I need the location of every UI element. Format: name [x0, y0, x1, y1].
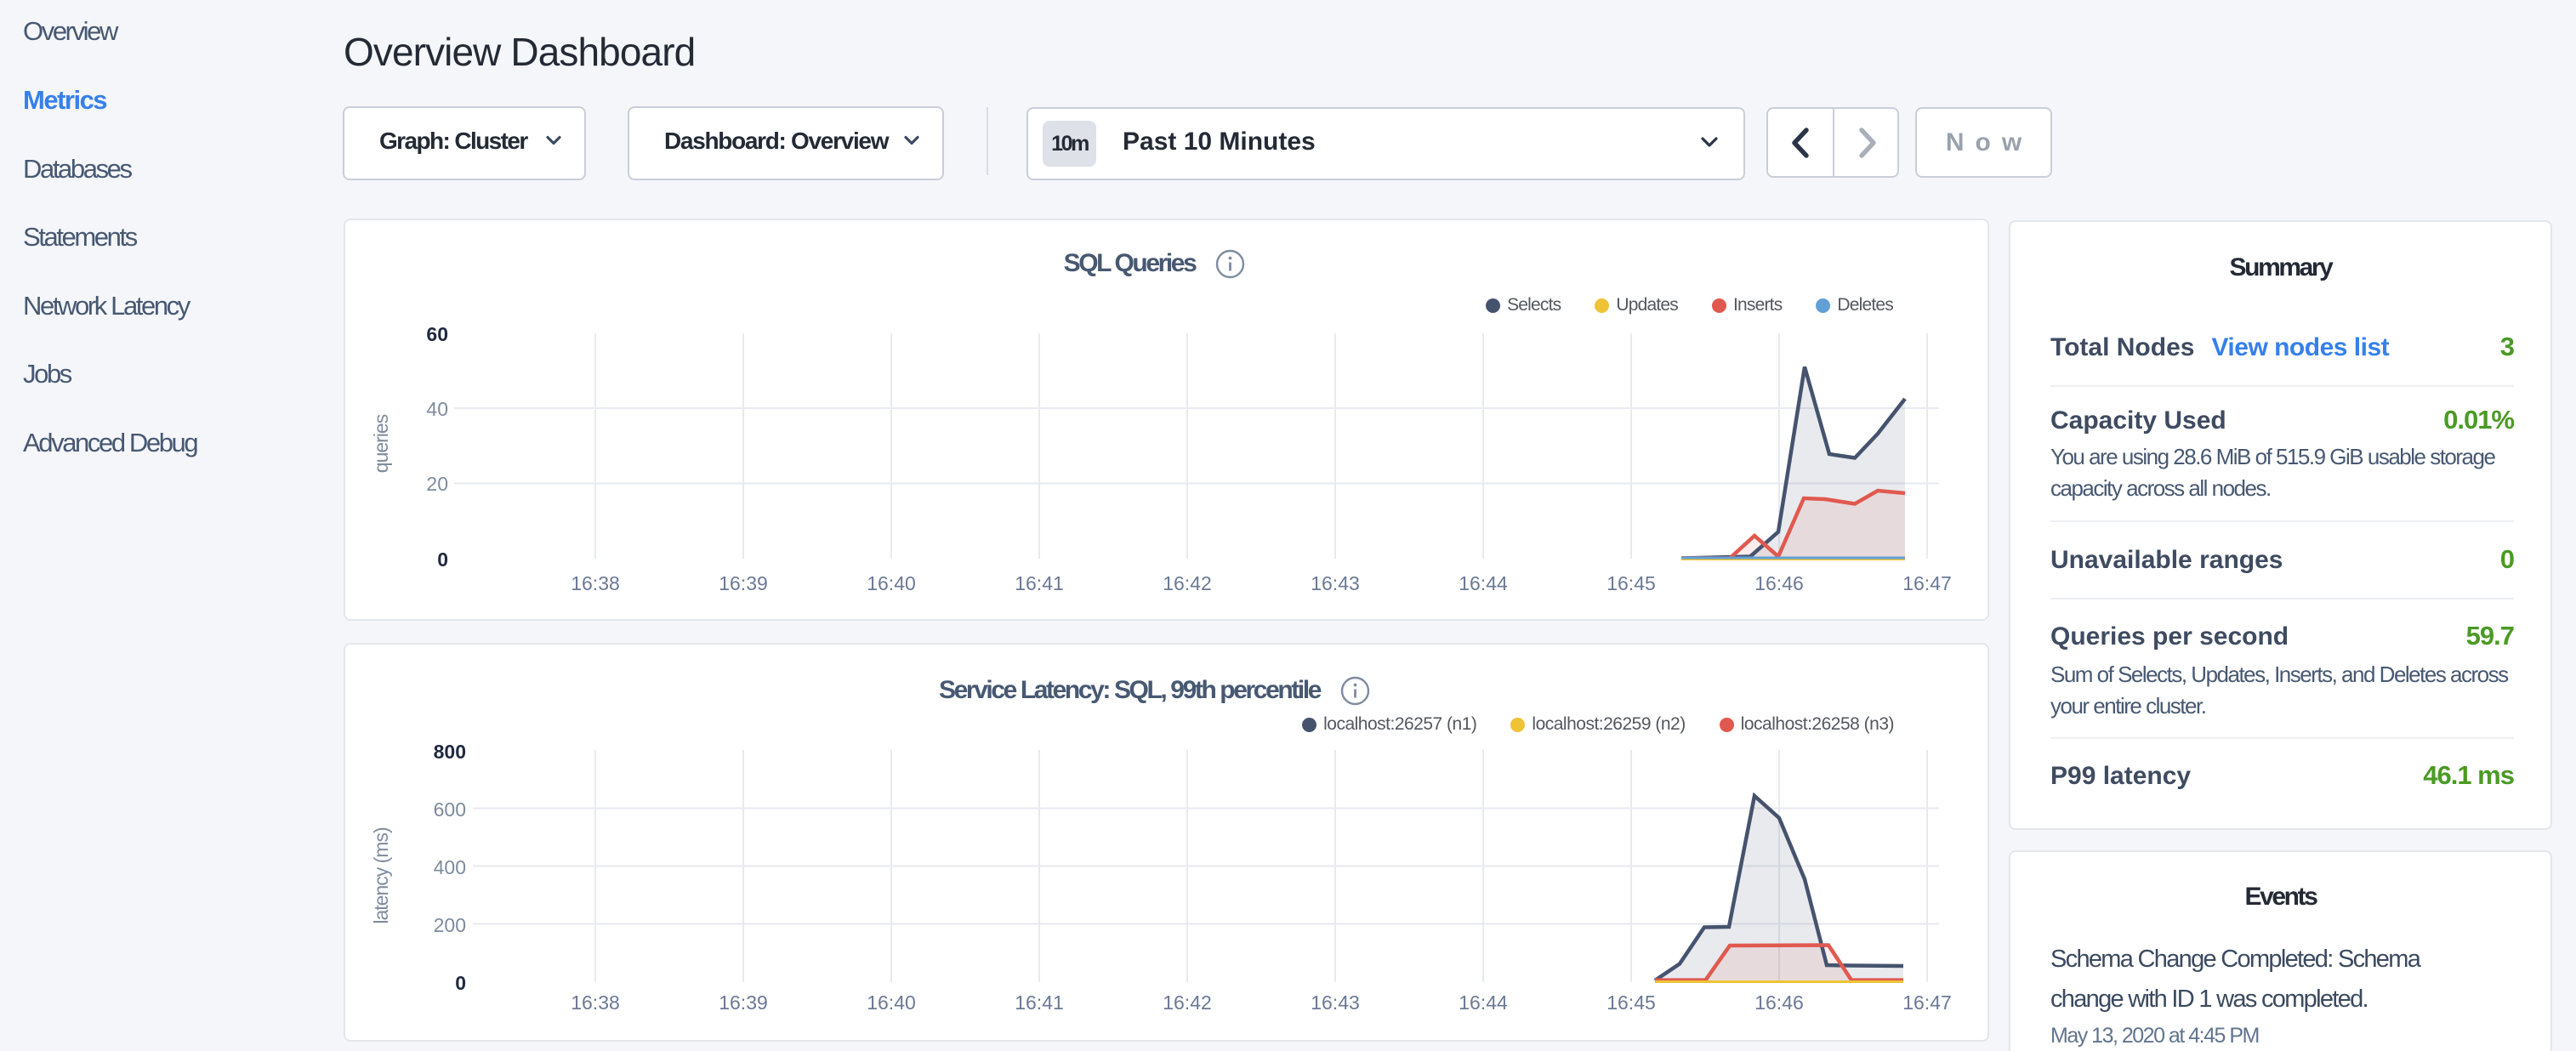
- svg-text:20: 20: [426, 473, 448, 495]
- svg-text:16:45: 16:45: [1606, 991, 1656, 1014]
- svg-text:0: 0: [455, 972, 466, 994]
- svg-text:600: 600: [434, 798, 466, 821]
- svg-text:16:44: 16:44: [1459, 572, 1508, 594]
- svg-text:16:47: 16:47: [1902, 991, 1952, 1014]
- svg-text:800: 800: [434, 741, 466, 763]
- svg-text:16:41: 16:41: [1015, 991, 1064, 1014]
- svg-text:16:43: 16:43: [1311, 572, 1360, 594]
- svg-text:16:39: 16:39: [719, 572, 768, 594]
- svg-text:latency (ms): latency (ms): [370, 827, 392, 924]
- svg-text:16:38: 16:38: [571, 572, 620, 594]
- svg-text:16:40: 16:40: [867, 991, 916, 1014]
- svg-text:16:46: 16:46: [1754, 572, 1804, 594]
- svg-text:16:45: 16:45: [1606, 572, 1656, 594]
- svg-text:16:42: 16:42: [1163, 572, 1212, 594]
- svg-text:16:41: 16:41: [1015, 572, 1064, 594]
- svg-text:60: 60: [426, 323, 448, 345]
- svg-text:16:38: 16:38: [571, 991, 620, 1014]
- svg-text:16:46: 16:46: [1754, 991, 1804, 1014]
- svg-text:0: 0: [437, 548, 448, 571]
- svg-text:16:42: 16:42: [1163, 991, 1212, 1014]
- svg-text:16:47: 16:47: [1902, 572, 1952, 594]
- svg-text:200: 200: [434, 914, 466, 936]
- svg-text:16:43: 16:43: [1311, 991, 1360, 1014]
- svg-text:400: 400: [434, 856, 466, 878]
- svg-text:16:39: 16:39: [719, 991, 768, 1014]
- svg-text:16:40: 16:40: [867, 572, 916, 594]
- svg-text:40: 40: [426, 398, 448, 420]
- svg-text:16:44: 16:44: [1459, 991, 1508, 1014]
- svg-text:queries: queries: [370, 414, 392, 473]
